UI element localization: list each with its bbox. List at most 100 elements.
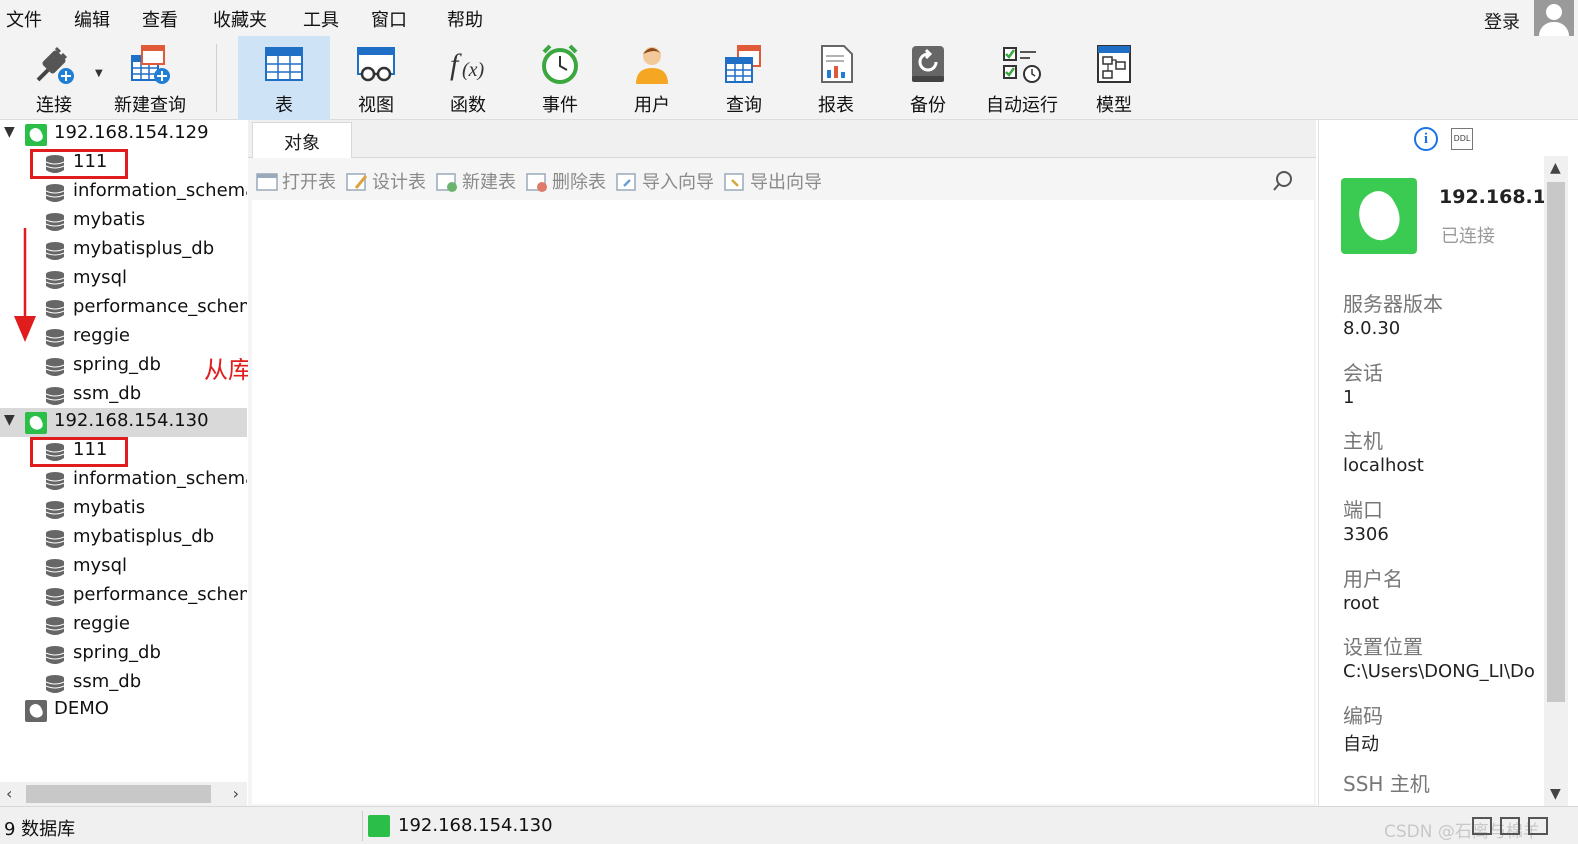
objects-list-area[interactable] bbox=[252, 200, 1314, 804]
connection-tree: ▼ 192.168.154.129 111 information_schema… bbox=[0, 120, 247, 782]
toolbar-separator bbox=[216, 44, 217, 112]
tree-horizontal-scrollbar[interactable]: ‹ › bbox=[0, 782, 247, 806]
open-table-icon bbox=[256, 173, 278, 191]
table-button[interactable]: 表 bbox=[238, 36, 330, 120]
connect-dropdown-icon[interactable]: ▼ bbox=[95, 68, 103, 79]
login-link[interactable]: 登录 bbox=[1484, 8, 1520, 34]
grid-view-icon[interactable] bbox=[1472, 817, 1492, 835]
event-button[interactable]: 事件 bbox=[514, 36, 606, 120]
delete-table-icon bbox=[526, 173, 547, 192]
database-icon bbox=[45, 472, 65, 490]
new-table-button[interactable]: 新建表 bbox=[436, 168, 516, 194]
view-glasses-icon bbox=[357, 47, 395, 82]
menu-view[interactable]: 查看 bbox=[142, 6, 178, 32]
database-node[interactable]: mybatis bbox=[0, 495, 247, 524]
new-query-icon bbox=[131, 45, 170, 84]
menu-edit[interactable]: 编辑 bbox=[74, 6, 110, 32]
database-icon bbox=[45, 530, 65, 548]
report-button[interactable]: 报表 bbox=[790, 36, 882, 120]
search-icon[interactable] bbox=[1272, 170, 1294, 192]
backup-button[interactable]: 备份 bbox=[882, 36, 974, 120]
scroll-down-icon[interactable]: ▼ bbox=[1550, 786, 1561, 802]
design-table-button[interactable]: 设计表 bbox=[346, 168, 426, 194]
connect-button[interactable]: 连接 bbox=[14, 36, 94, 120]
database-name: performance_schem bbox=[73, 296, 247, 317]
new-table-icon bbox=[436, 173, 457, 192]
view-button[interactable]: 视图 bbox=[330, 36, 422, 120]
database-icon bbox=[45, 300, 65, 318]
scrollbar-thumb[interactable] bbox=[1547, 182, 1565, 702]
query-button[interactable]: 查询 bbox=[698, 36, 790, 120]
database-icon bbox=[45, 387, 65, 405]
info-connection-name: 192.168.1 bbox=[1439, 186, 1544, 208]
database-node[interactable]: spring_db bbox=[0, 640, 247, 669]
automation-button[interactable]: 自动运行 bbox=[976, 36, 1068, 120]
settings-location-label: 设置位置 bbox=[1343, 635, 1423, 659]
chevron-down-icon[interactable]: ▼ bbox=[4, 412, 15, 428]
info-connection-status: 已连接 bbox=[1441, 226, 1495, 247]
export-wizard-label: 导出向导 bbox=[750, 172, 822, 193]
user-avatar-icon[interactable] bbox=[1534, 0, 1574, 36]
user-button[interactable]: 用户 bbox=[606, 36, 698, 120]
menu-tools[interactable]: 工具 bbox=[303, 6, 339, 32]
info-vertical-scrollbar[interactable]: ▲ ▼ bbox=[1544, 156, 1568, 806]
new-table-label: 新建表 bbox=[462, 172, 516, 193]
automation-label: 自动运行 bbox=[986, 95, 1058, 116]
scrollbar-thumb[interactable] bbox=[26, 785, 211, 803]
mysql-connection-icon bbox=[368, 815, 390, 837]
database-count: 9 数据库 bbox=[4, 819, 76, 840]
menu-favorites[interactable]: 收藏夹 bbox=[213, 6, 267, 32]
database-icon bbox=[45, 501, 65, 519]
export-icon bbox=[724, 173, 744, 191]
alarm-clock-icon bbox=[542, 44, 578, 84]
model-button[interactable]: 模型 bbox=[1068, 36, 1160, 120]
database-name: mybatis bbox=[73, 209, 146, 230]
database-node[interactable]: mysql bbox=[0, 553, 247, 582]
connection-node[interactable]: ▼ 192.168.154.129 bbox=[0, 120, 247, 149]
automation-icon bbox=[1003, 47, 1041, 83]
database-name: mybatisplus_db bbox=[73, 238, 215, 259]
encoding-label: 编码 bbox=[1343, 704, 1383, 728]
scroll-left-icon[interactable]: ‹ bbox=[6, 784, 12, 803]
connection-node-selected[interactable]: ▼ 192.168.154.130 bbox=[0, 408, 247, 437]
open-table-button[interactable]: 打开表 bbox=[256, 168, 336, 194]
new-query-button[interactable]: 新建查询 bbox=[108, 36, 192, 120]
database-node[interactable]: ssm_db bbox=[0, 669, 247, 698]
plug-icon bbox=[36, 46, 74, 84]
objects-toolbar: 打开表 设计表 新建表 删除表 导入向导 导出向导 bbox=[248, 162, 1316, 200]
menu-help[interactable]: 帮助 bbox=[447, 6, 483, 32]
database-node[interactable]: performance_schem bbox=[0, 582, 247, 611]
table-label: 表 bbox=[275, 95, 293, 116]
database-node[interactable]: reggie bbox=[0, 611, 247, 640]
function-fx-icon: f (x) bbox=[450, 48, 485, 81]
tab-objects[interactable]: 对象 bbox=[252, 122, 352, 158]
database-icon bbox=[45, 588, 65, 606]
menu-window[interactable]: 窗口 bbox=[371, 6, 407, 32]
database-node[interactable]: ssm_db bbox=[0, 381, 247, 410]
backup-label: 备份 bbox=[910, 95, 946, 116]
database-node[interactable]: mybatisplus_db bbox=[0, 524, 247, 553]
database-node[interactable]: information_schema bbox=[0, 178, 247, 207]
database-node[interactable]: information_schema bbox=[0, 466, 247, 495]
function-button[interactable]: f (x) 函数 bbox=[422, 36, 514, 120]
detail-view-icon[interactable] bbox=[1528, 817, 1548, 835]
chevron-down-icon[interactable]: ▼ bbox=[4, 124, 15, 140]
menu-file[interactable]: 文件 bbox=[6, 6, 42, 32]
scroll-up-icon[interactable]: ▲ bbox=[1550, 160, 1561, 176]
export-wizard-button[interactable]: 导出向导 bbox=[724, 168, 822, 194]
database-name: spring_db bbox=[73, 354, 161, 375]
scroll-right-icon[interactable]: › bbox=[233, 784, 239, 803]
database-name: information_schema bbox=[73, 468, 247, 489]
status-bar: 9 数据库 192.168.154.130 CSDN @石离与棉羊 bbox=[0, 806, 1578, 844]
connection-node[interactable]: DEMO bbox=[0, 696, 247, 725]
list-view-icon[interactable] bbox=[1500, 817, 1520, 835]
username-value: root bbox=[1343, 593, 1380, 614]
ddl-icon[interactable]: DDL bbox=[1451, 128, 1473, 150]
info-icon[interactable]: i bbox=[1414, 127, 1438, 151]
status-connection-name: 192.168.154.130 bbox=[398, 815, 553, 836]
import-wizard-button[interactable]: 导入向导 bbox=[616, 168, 714, 194]
design-table-icon bbox=[346, 173, 368, 191]
mysql-connection-icon bbox=[25, 124, 47, 146]
delete-table-button[interactable]: 删除表 bbox=[526, 168, 606, 194]
query-label: 查询 bbox=[726, 95, 762, 116]
